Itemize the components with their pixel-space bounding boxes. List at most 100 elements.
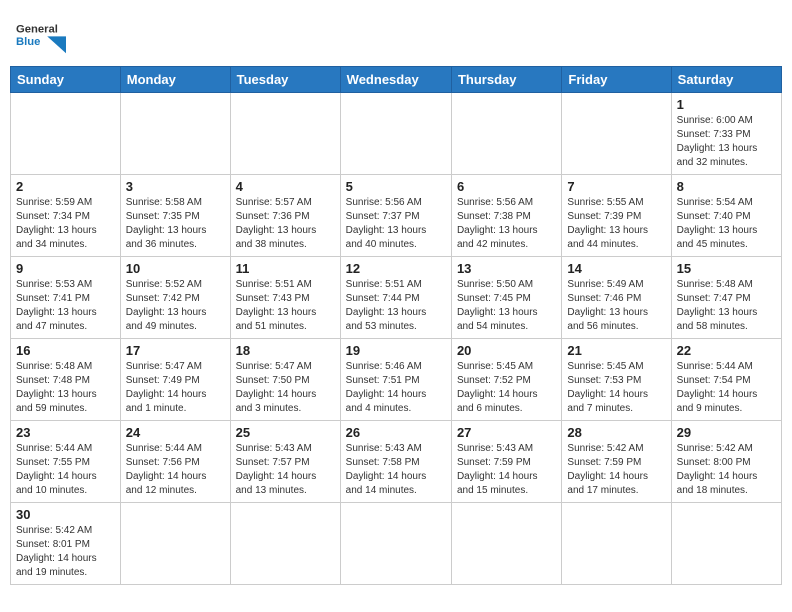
calendar-cell: 20Sunrise: 5:45 AM Sunset: 7:52 PM Dayli… <box>451 339 561 421</box>
calendar-cell: 4 Sunrise: 5:57 AM Sunset: 7:36 PM Daylig… <box>230 175 340 257</box>
calendar-week-row: 2 Sunrise: 5:59 AM Sunset: 7:34 PM Daylig… <box>11 175 782 257</box>
calendar-cell: 10 Sunrise: 5:52 AM Sunset: 7:42 PM Dayli… <box>120 257 230 339</box>
calendar-cell <box>562 93 671 175</box>
day-number: 24 <box>126 425 225 440</box>
day-number: 26 <box>346 425 446 440</box>
calendar-week-row: 30 Sunrise: 5:42 AM Sunset: 8:01 PM Dayli… <box>11 503 782 585</box>
day-number: 17 <box>126 343 225 358</box>
calendar-cell: 19 Sunrise: 5:46 AM Sunset: 7:51 PM Dayli… <box>340 339 451 421</box>
day-info: Sunrise: 5:43 AM Sunset: 7:59 PM Dayligh… <box>457 442 556 498</box>
day-info: Sunrise: 5:50 AM Sunset: 7:45 PM Dayligh… <box>457 278 556 334</box>
day-info: Sunrise: 5:42 AM Sunset: 8:00 PM Dayligh… <box>677 442 776 498</box>
day-number: 19 <box>346 343 446 358</box>
day-info: Sunrise: 5:47 AM Sunset: 7:50 PM Dayligh… <box>236 360 335 416</box>
calendar-cell: 7 Sunrise: 5:55 AM Sunset: 7:39 PM Daylig… <box>562 175 671 257</box>
col-header-tuesday: Tuesday <box>230 67 340 93</box>
calendar-cell: 17 Sunrise: 5:47 AM Sunset: 7:49 PM Dayli… <box>120 339 230 421</box>
day-number: 5 <box>346 179 446 194</box>
day-info: Sunrise: 5:42 AM Sunset: 7:59 PM Dayligh… <box>567 442 665 498</box>
calendar-week-row: 9 Sunrise: 5:53 AM Sunset: 7:41 PM Daylig… <box>11 257 782 339</box>
calendar-cell: 28Sunrise: 5:42 AM Sunset: 7:59 PM Dayli… <box>562 421 671 503</box>
day-number: 12 <box>346 261 446 276</box>
day-info: Sunrise: 5:57 AM Sunset: 7:36 PM Dayligh… <box>236 196 335 252</box>
svg-text:Blue: Blue <box>16 36 40 48</box>
day-info: Sunrise: 5:56 AM Sunset: 7:38 PM Dayligh… <box>457 196 556 252</box>
calendar-cell: 2 Sunrise: 5:59 AM Sunset: 7:34 PM Daylig… <box>11 175 121 257</box>
day-number: 3 <box>126 179 225 194</box>
page-header: General Blue <box>10 10 782 62</box>
day-info: Sunrise: 5:53 AM Sunset: 7:41 PM Dayligh… <box>16 278 115 334</box>
day-info: Sunrise: 5:59 AM Sunset: 7:34 PM Dayligh… <box>16 196 115 252</box>
day-number: 27 <box>457 425 556 440</box>
generalblue-logo: General Blue <box>16 16 66 56</box>
calendar-cell: 26Sunrise: 5:43 AM Sunset: 7:58 PM Dayli… <box>340 421 451 503</box>
calendar-cell: 8Sunrise: 5:54 AM Sunset: 7:40 PM Daylig… <box>671 175 781 257</box>
day-number: 30 <box>16 507 115 522</box>
day-number: 6 <box>457 179 556 194</box>
day-info: Sunrise: 5:55 AM Sunset: 7:39 PM Dayligh… <box>567 196 665 252</box>
col-header-saturday: Saturday <box>671 67 781 93</box>
day-number: 23 <box>16 425 115 440</box>
calendar-cell: 21 Sunrise: 5:45 AM Sunset: 7:53 PM Dayli… <box>562 339 671 421</box>
day-info: Sunrise: 5:45 AM Sunset: 7:53 PM Dayligh… <box>567 360 665 416</box>
day-number: 7 <box>567 179 665 194</box>
calendar-header-row: SundayMondayTuesdayWednesdayThursdayFrid… <box>11 67 782 93</box>
day-number: 15 <box>677 261 776 276</box>
calendar-cell: 3 Sunrise: 5:58 AM Sunset: 7:35 PM Daylig… <box>120 175 230 257</box>
day-info: Sunrise: 5:54 AM Sunset: 7:40 PM Dayligh… <box>677 196 776 252</box>
calendar-cell <box>120 503 230 585</box>
day-info: Sunrise: 5:49 AM Sunset: 7:46 PM Dayligh… <box>567 278 665 334</box>
calendar-cell: 25 Sunrise: 5:43 AM Sunset: 7:57 PM Dayli… <box>230 421 340 503</box>
calendar-cell: 27 Sunrise: 5:43 AM Sunset: 7:59 PM Dayli… <box>451 421 561 503</box>
svg-text:General: General <box>16 24 58 36</box>
day-info: Sunrise: 5:51 AM Sunset: 7:43 PM Dayligh… <box>236 278 335 334</box>
day-info: Sunrise: 5:58 AM Sunset: 7:35 PM Dayligh… <box>126 196 225 252</box>
calendar-cell: 12Sunrise: 5:51 AM Sunset: 7:44 PM Dayli… <box>340 257 451 339</box>
day-number: 25 <box>236 425 335 440</box>
day-info: Sunrise: 5:47 AM Sunset: 7:49 PM Dayligh… <box>126 360 225 416</box>
col-header-thursday: Thursday <box>451 67 561 93</box>
col-header-wednesday: Wednesday <box>340 67 451 93</box>
calendar-cell: 30 Sunrise: 5:42 AM Sunset: 8:01 PM Dayli… <box>11 503 121 585</box>
day-number: 13 <box>457 261 556 276</box>
day-number: 10 <box>126 261 225 276</box>
col-header-sunday: Sunday <box>11 67 121 93</box>
calendar-cell <box>340 93 451 175</box>
day-number: 18 <box>236 343 335 358</box>
calendar-cell <box>451 503 561 585</box>
calendar-cell: 13 Sunrise: 5:50 AM Sunset: 7:45 PM Dayli… <box>451 257 561 339</box>
calendar-week-row: 23 Sunrise: 5:44 AM Sunset: 7:55 PM Dayli… <box>11 421 782 503</box>
day-info: Sunrise: 6:00 AM Sunset: 7:33 PM Dayligh… <box>677 114 776 170</box>
day-number: 1 <box>677 97 776 112</box>
day-number: 14 <box>567 261 665 276</box>
calendar-cell <box>230 503 340 585</box>
calendar-cell <box>230 93 340 175</box>
day-number: 29 <box>677 425 776 440</box>
calendar-cell <box>451 93 561 175</box>
day-info: Sunrise: 5:52 AM Sunset: 7:42 PM Dayligh… <box>126 278 225 334</box>
day-info: Sunrise: 5:46 AM Sunset: 7:51 PM Dayligh… <box>346 360 446 416</box>
calendar-cell: 9 Sunrise: 5:53 AM Sunset: 7:41 PM Daylig… <box>11 257 121 339</box>
day-number: 2 <box>16 179 115 194</box>
calendar-table: SundayMondayTuesdayWednesdayThursdayFrid… <box>10 66 782 585</box>
col-header-monday: Monday <box>120 67 230 93</box>
day-number: 4 <box>236 179 335 194</box>
calendar-cell <box>120 93 230 175</box>
calendar-cell: 11Sunrise: 5:51 AM Sunset: 7:43 PM Dayli… <box>230 257 340 339</box>
day-number: 21 <box>567 343 665 358</box>
day-info: Sunrise: 5:44 AM Sunset: 7:56 PM Dayligh… <box>126 442 225 498</box>
day-info: Sunrise: 5:43 AM Sunset: 7:57 PM Dayligh… <box>236 442 335 498</box>
day-info: Sunrise: 5:44 AM Sunset: 7:55 PM Dayligh… <box>16 442 115 498</box>
calendar-cell: 14 Sunrise: 5:49 AM Sunset: 7:46 PM Dayli… <box>562 257 671 339</box>
day-number: 20 <box>457 343 556 358</box>
col-header-friday: Friday <box>562 67 671 93</box>
calendar-cell <box>11 93 121 175</box>
calendar-cell: 29 Sunrise: 5:42 AM Sunset: 8:00 PM Dayli… <box>671 421 781 503</box>
calendar-cell: 16Sunrise: 5:48 AM Sunset: 7:48 PM Dayli… <box>11 339 121 421</box>
day-info: Sunrise: 5:42 AM Sunset: 8:01 PM Dayligh… <box>16 524 115 580</box>
day-number: 9 <box>16 261 115 276</box>
calendar-cell: 18 Sunrise: 5:47 AM Sunset: 7:50 PM Dayli… <box>230 339 340 421</box>
calendar-cell: 6 Sunrise: 5:56 AM Sunset: 7:38 PM Daylig… <box>451 175 561 257</box>
calendar-cell <box>340 503 451 585</box>
calendar-cell: 15Sunrise: 5:48 AM Sunset: 7:47 PM Dayli… <box>671 257 781 339</box>
